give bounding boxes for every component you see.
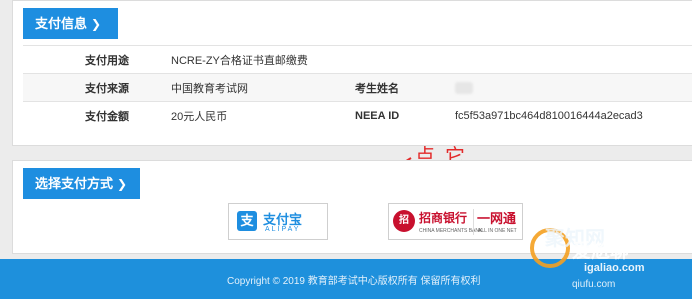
redacted-name bbox=[455, 81, 473, 94]
watermark-text-4: qiufu.com bbox=[572, 279, 616, 290]
amount-label: 支付金额 bbox=[23, 101, 171, 130]
alipay-sub: ALIPAY bbox=[265, 226, 301, 233]
payment-method-title: 选择支付方式 bbox=[35, 176, 114, 191]
cmb-divider bbox=[473, 209, 474, 235]
payment-info-panel: 支付信息 ❯ 支付用途 NCRE-ZY合格证书直邮缴费 支付来源 中国教育考试网 … bbox=[12, 0, 692, 146]
table-row: 支付用途 NCRE-ZY合格证书直邮缴费 bbox=[23, 45, 692, 74]
payment-info-header: 支付信息 ❯ bbox=[23, 8, 118, 39]
purpose-label: 支付用途 bbox=[23, 45, 171, 74]
copyright-text: Copyright © 2019 教育部考试中心版权所有 保留所有权利 bbox=[227, 276, 481, 287]
purpose-value: NCRE-ZY合格证书直邮缴费 bbox=[171, 45, 692, 74]
table-row: 支付金额 20元人民币 NEEA ID fc5f53a971bc464d8100… bbox=[23, 101, 692, 130]
chevron-right-icon: ❯ bbox=[117, 177, 128, 191]
payment-method-header: 选择支付方式 ❯ bbox=[23, 168, 140, 199]
alipay-button[interactable]: 支 支付宝 ALIPAY bbox=[228, 203, 328, 240]
source-value: 中国教育考试网 bbox=[171, 73, 355, 102]
watermark-text-3: igaliao.com bbox=[584, 262, 645, 274]
candidate-name-value bbox=[455, 73, 692, 102]
chevron-right-icon: ❯ bbox=[91, 17, 102, 31]
cmb-onenet-name: 一网通 bbox=[477, 211, 517, 226]
table-row: 支付来源 中国教育考试网 考生姓名 bbox=[23, 73, 692, 102]
cmb-onenet-sub: ALL IN ONE NET bbox=[478, 228, 517, 234]
neea-id-label: NEEA ID bbox=[355, 101, 455, 130]
candidate-name-label: 考生姓名 bbox=[355, 73, 455, 102]
cmb-button[interactable]: 招 招商银行 CHINA MERCHANTS BANK 一网通 ALL IN O… bbox=[388, 203, 523, 240]
neea-id-value: fc5f53a971bc464d810016444a2ecad3 bbox=[455, 101, 692, 130]
payment-info-title: 支付信息 bbox=[35, 16, 88, 31]
cmb-icon: 招 bbox=[393, 210, 415, 232]
watermark-text-2: 爱尬聊 bbox=[572, 241, 630, 262]
source-label: 支付来源 bbox=[23, 73, 171, 102]
cmb-name: 招商银行 bbox=[419, 211, 468, 225]
payment-info-table: 支付用途 NCRE-ZY合格证书直邮缴费 支付来源 中国教育考试网 考生姓名 支… bbox=[23, 45, 692, 130]
amount-value: 20元人民币 bbox=[171, 101, 355, 130]
alipay-icon: 支 bbox=[237, 211, 257, 231]
